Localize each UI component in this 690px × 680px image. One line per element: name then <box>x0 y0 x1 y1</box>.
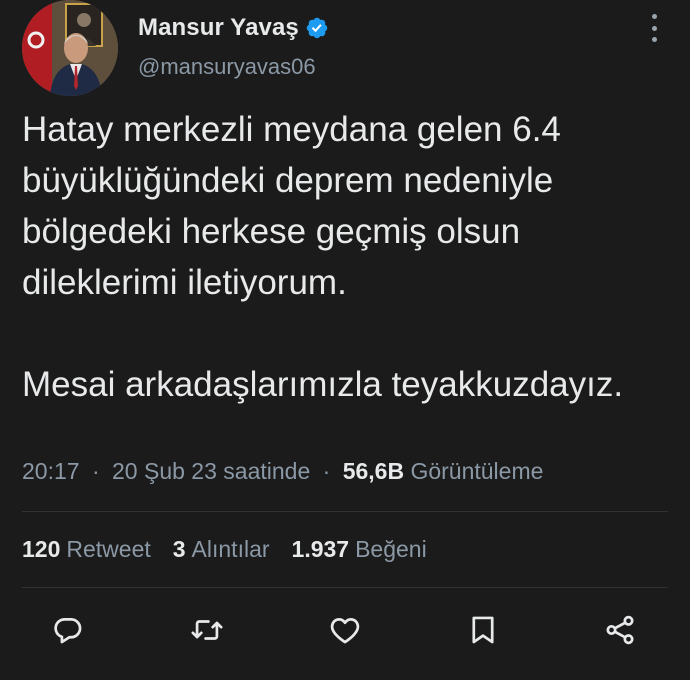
avatar-image <box>22 0 118 96</box>
display-name[interactable]: Mansur Yavaş <box>138 14 299 42</box>
views-count[interactable]: 56,6B <box>343 458 404 484</box>
divider <box>22 511 668 512</box>
tweet-stats: 120 Retweet 3 Alıntılar 1.937 Beğeni <box>22 536 449 563</box>
tweet-paragraph: Hatay merkezli meydana gelen 6.4 büyüklü… <box>22 110 561 302</box>
tweet-date[interactable]: 20 Şub 23 saatinde <box>112 458 310 484</box>
more-dot <box>651 25 657 31</box>
more-dot <box>651 14 657 19</box>
like-icon <box>330 618 360 644</box>
more-dot <box>651 37 657 42</box>
likes-label: Beğeni <box>355 536 427 562</box>
tweet-header: Mansur Yavaş @mansuryavas06 <box>22 0 672 100</box>
share-button[interactable] <box>600 610 640 650</box>
reply-button[interactable] <box>48 610 88 650</box>
reply-icon <box>54 618 82 644</box>
meta-separator: · <box>91 458 100 484</box>
retweets-stat[interactable]: 120 Retweet <box>22 536 151 563</box>
tweet-actions <box>0 610 690 654</box>
likes-count: 1.937 <box>291 536 350 562</box>
tweet-text: Hatay merkezli meydana gelen 6.4 büyüklü… <box>22 104 662 410</box>
retweets-label: Retweet <box>66 536 151 562</box>
share-icon <box>606 615 634 645</box>
tweet-paragraph: Mesai arkadaşlarımızla teyakkuzdayız. <box>22 365 624 404</box>
divider <box>22 587 668 588</box>
tweet-time[interactable]: 20:17 <box>22 458 80 484</box>
bookmark-button[interactable] <box>463 610 503 650</box>
author-handle[interactable]: @mansuryavas06 <box>138 54 316 80</box>
retweet-button[interactable] <box>187 610 227 650</box>
tweet-meta: 20:17 · 20 Şub 23 saatinde · 56,6B Görün… <box>22 458 543 485</box>
avatar[interactable] <box>22 0 118 96</box>
author-name-row: Mansur Yavaş <box>138 14 329 42</box>
verified-badge-icon[interactable] <box>305 16 329 40</box>
quotes-count: 3 <box>172 536 186 562</box>
quotes-stat[interactable]: 3 Alıntılar <box>173 536 270 563</box>
retweet-icon <box>191 620 223 640</box>
likes-stat[interactable]: 1.937 Beğeni <box>292 536 427 563</box>
more-options-icon[interactable] <box>646 12 662 44</box>
like-button[interactable] <box>325 610 365 650</box>
retweets-count: 120 <box>22 536 61 562</box>
bookmark-icon <box>472 616 494 644</box>
quotes-label: Alıntılar <box>191 536 270 562</box>
meta-separator: · <box>322 458 331 484</box>
views-label[interactable]: Görüntüleme <box>410 458 543 484</box>
